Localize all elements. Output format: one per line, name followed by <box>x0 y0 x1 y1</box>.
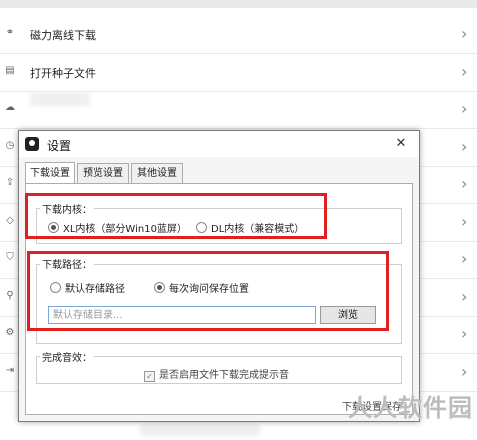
network-icon: ⚲ <box>6 289 14 301</box>
list-item-label: 打开种子文件 <box>30 66 96 80</box>
completion-sound-label: 是否启用文件下载完成提示音 <box>159 370 289 381</box>
magnet-icon: ⚭ <box>5 27 15 38</box>
file-icon: ▤ <box>5 64 15 76</box>
blurred-area <box>30 92 90 106</box>
chevron-right-icon: › <box>461 174 468 193</box>
close-icon[interactable]: ✕ <box>389 134 413 154</box>
app-logo-icon <box>25 137 39 151</box>
sound-label: 完成音效： <box>40 349 94 364</box>
gear-icon: ⚙ <box>5 327 15 338</box>
list-item-label: 磁力离线下载 <box>30 29 96 42</box>
tab-preview-settings[interactable]: 预览设置 <box>77 163 129 184</box>
cloud-icon: ☁ <box>5 102 15 113</box>
chevron-right-icon: › <box>461 99 468 118</box>
chevron-right-icon: › <box>461 211 468 231</box>
chevron-right-icon: › <box>461 24 468 43</box>
dialog-titlebar: 设置 ✕ <box>19 131 419 157</box>
chevron-right-icon: › <box>461 286 468 306</box>
kernel-highlight-box <box>25 193 327 239</box>
upload-icon: ⇪ <box>5 177 15 188</box>
tab-other-settings[interactable]: 其他设置 <box>131 163 183 184</box>
chevron-right-icon: › <box>461 249 468 268</box>
watermark: 人人软件园 <box>348 394 473 422</box>
chevron-right-icon: › <box>461 361 468 381</box>
completion-sound-checkbox[interactable]: ✓ 是否启用文件下载完成提示音 <box>144 366 289 382</box>
shield-icon: ⛉ <box>6 252 14 263</box>
path-highlight-box <box>27 251 389 331</box>
checkbox-check-icon: ✓ <box>144 371 155 382</box>
chevron-right-icon: › <box>461 61 468 81</box>
chevron-right-icon: › <box>461 136 468 156</box>
exit-icon: ⇥ <box>5 364 15 376</box>
tab-download-settings[interactable]: 下载设置 <box>25 162 75 184</box>
blurred-area <box>140 424 260 436</box>
diamond-icon: ◇ <box>6 214 14 226</box>
dialog-title: 设置 <box>47 139 72 153</box>
settings-dialog: 设置 ✕ 下载设置 预览设置 其他设置 下载内核： XL内核（部分Win10蓝屏… <box>18 130 420 422</box>
chevron-right-icon: › <box>461 324 468 343</box>
list-item[interactable]: ⚭ 磁力离线下载 › <box>0 15 477 54</box>
list-item[interactable]: ▤ 打开种子文件 › <box>0 53 477 92</box>
clock-icon: ◷ <box>5 139 15 151</box>
top-bar <box>0 0 477 8</box>
